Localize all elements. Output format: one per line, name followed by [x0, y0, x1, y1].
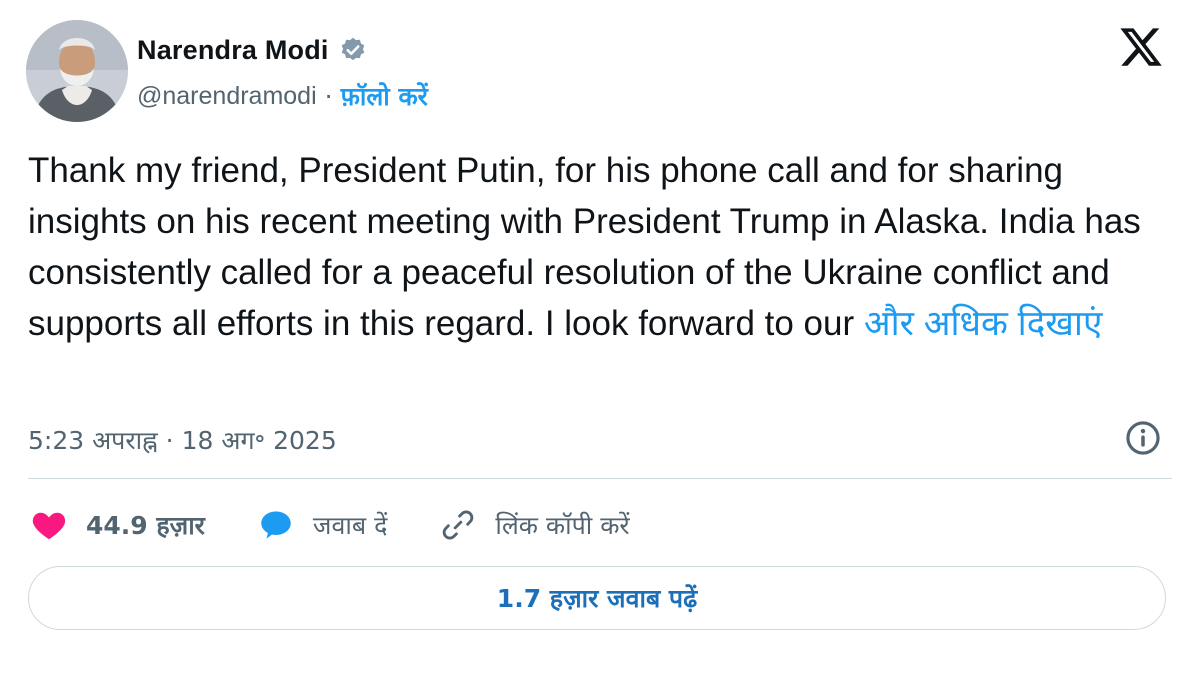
- read-replies-label: 1.7 हज़ार जवाब पढ़ें: [496, 584, 698, 613]
- show-more-link[interactable]: और अधिक दिखाएं: [864, 304, 1102, 343]
- tweet-time: 5:23 अपराह्न: [28, 426, 158, 455]
- tweet-embed-card: Narendra Modi @narendramodi · फ़ॉलो करें…: [0, 0, 1200, 675]
- reply-button[interactable]: जवाब दें: [257, 506, 387, 544]
- copy-link-button[interactable]: लिंक कॉपी करें: [439, 506, 630, 544]
- read-replies-button[interactable]: 1.7 हज़ार जवाब पढ़ें: [28, 566, 1166, 630]
- tweet-timestamp[interactable]: 5:23 अपराह्न · 18 अग॰ 2025: [28, 420, 337, 460]
- heart-icon: [30, 506, 68, 544]
- author-name-row: Narendra Modi: [137, 30, 367, 70]
- handle-row: @narendramodi · फ़ॉलो करें: [137, 76, 428, 116]
- divider: [28, 478, 1172, 479]
- copy-link-label: लिंक कॉपी करें: [495, 511, 630, 540]
- follow-button[interactable]: फ़ॉलो करें: [341, 79, 428, 113]
- verified-badge-icon: [339, 36, 367, 64]
- info-icon[interactable]: [1124, 419, 1162, 457]
- like-button[interactable]: 44.9 हज़ार: [30, 506, 205, 544]
- speech-bubble-icon: [257, 506, 295, 544]
- action-bar: 44.9 हज़ार जवाब दें लिंक कॉपी करें: [30, 500, 682, 550]
- tweet-date: 18 अग॰ 2025: [181, 426, 337, 455]
- timestamp-separator: ·: [165, 425, 174, 455]
- like-count: 44.9 हज़ार: [86, 511, 205, 540]
- avatar[interactable]: [26, 20, 128, 122]
- author-name[interactable]: Narendra Modi: [137, 35, 329, 66]
- reply-label: जवाब दें: [312, 511, 388, 540]
- author-handle[interactable]: @narendramodi: [137, 82, 317, 111]
- avatar-image: [26, 20, 128, 122]
- handle-separator: ·: [324, 81, 333, 111]
- x-logo-icon[interactable]: [1118, 24, 1164, 70]
- tweet-text: Thank my friend, President Putin, for hi…: [28, 145, 1168, 349]
- link-icon: [439, 506, 477, 544]
